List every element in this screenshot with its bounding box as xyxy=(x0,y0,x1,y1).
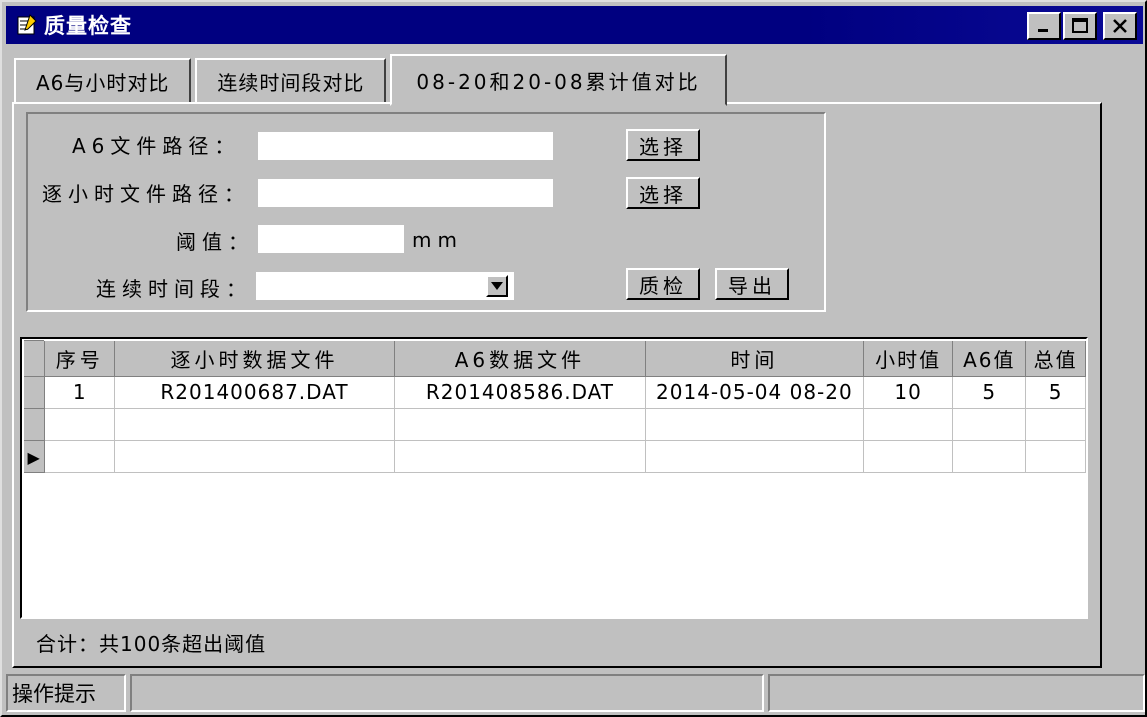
tab-label: 08-20和20-08累计值对比 xyxy=(416,69,701,94)
cell-time[interactable] xyxy=(645,407,864,441)
col-header-a6-file[interactable]: A6数据文件 xyxy=(393,339,647,377)
minimize-icon xyxy=(1038,29,1048,32)
results-grid[interactable]: 序号 逐小时数据文件 A6数据文件 时间 小时值 A6值 总值 1 R20140… xyxy=(20,337,1088,619)
col-header-hourly-file[interactable]: 逐小时数据文件 xyxy=(114,339,395,377)
cell-a6-file[interactable]: R201408586.DAT xyxy=(393,375,647,409)
a6-path-input[interactable] xyxy=(258,132,553,160)
status-panel-3 xyxy=(768,674,1145,712)
hourly-path-input[interactable] xyxy=(258,179,553,207)
cell-a6-value[interactable]: 5 xyxy=(952,375,1027,409)
col-header-index[interactable]: 序号 xyxy=(44,339,116,377)
cell-time[interactable]: 2014-05-04 08-20 xyxy=(645,375,864,409)
tab-continuous-period[interactable]: 连续时间段对比 xyxy=(195,58,387,104)
cell-hour-value[interactable] xyxy=(862,407,954,441)
table-row[interactable] xyxy=(22,407,1086,441)
cell-total-value[interactable] xyxy=(1025,439,1086,473)
col-header-hour-value[interactable]: 小时值 xyxy=(862,339,954,377)
cell-index[interactable]: 1 xyxy=(44,375,116,409)
col-header-time[interactable]: 时间 xyxy=(645,339,864,377)
grid-corner xyxy=(22,339,46,377)
status-panel-2 xyxy=(130,674,764,712)
dropdown-arrow-button[interactable] xyxy=(486,275,508,297)
main-window: 质量检查 A6与小时对比 连续时间段对比 08-20和20-08累计值对比 A6… xyxy=(0,0,1147,717)
close-icon xyxy=(1113,19,1127,33)
window-title: 质量检查 xyxy=(44,14,132,38)
cell-hourly-file[interactable] xyxy=(114,439,395,473)
table-row[interactable]: ▶ xyxy=(22,439,1086,473)
col-header-a6-value[interactable]: A6值 xyxy=(952,339,1027,377)
a6-path-label: A6文件路径： xyxy=(72,134,241,158)
row-header[interactable] xyxy=(22,407,46,441)
tab-cumulative-compare[interactable]: 08-20和20-08累计值对比 xyxy=(390,54,727,106)
cell-a6-file[interactable] xyxy=(393,439,647,473)
cell-index[interactable] xyxy=(44,407,116,441)
row-header[interactable] xyxy=(22,375,46,409)
cell-a6-value[interactable] xyxy=(952,407,1027,441)
a6-select-button[interactable]: 选择 xyxy=(626,129,700,161)
cell-index[interactable] xyxy=(44,439,116,473)
cell-hour-value[interactable]: 10 xyxy=(862,375,954,409)
tab-label: 连续时间段对比 xyxy=(217,70,365,95)
title-bar[interactable]: 质量检查 xyxy=(6,6,1143,44)
status-bar: 操作提示 xyxy=(6,674,1145,714)
tab-a6-vs-hourly[interactable]: A6与小时对比 xyxy=(14,58,192,104)
cell-time[interactable] xyxy=(645,439,864,473)
threshold-label: 阈值： xyxy=(176,230,254,254)
minimize-button[interactable] xyxy=(1027,12,1061,40)
app-icon[interactable] xyxy=(16,14,38,36)
period-label: 连续时间段： xyxy=(96,277,252,301)
table-row[interactable]: 1 R201400687.DAT R201408586.DAT 2014-05-… xyxy=(22,375,1086,409)
chevron-down-icon xyxy=(491,282,503,290)
cell-hourly-file[interactable]: R201400687.DAT xyxy=(114,375,395,409)
cell-a6-value[interactable] xyxy=(952,439,1027,473)
maximize-icon xyxy=(1072,18,1088,33)
grid-header-row: 序号 逐小时数据文件 A6数据文件 时间 小时值 A6值 总值 xyxy=(22,339,1086,377)
col-header-total-value[interactable]: 总值 xyxy=(1025,339,1086,377)
cell-a6-file[interactable] xyxy=(393,407,647,441)
period-select[interactable] xyxy=(256,272,514,300)
tab-strip: A6与小时对比 连续时间段对比 08-20和20-08累计值对比 xyxy=(14,52,731,106)
cell-total-value[interactable] xyxy=(1025,407,1086,441)
threshold-unit: mm xyxy=(412,228,463,252)
status-hint: 操作提示 xyxy=(6,674,126,712)
current-row-indicator-icon: ▶ xyxy=(27,448,41,467)
close-button[interactable] xyxy=(1103,12,1137,40)
cell-total-value[interactable]: 5 xyxy=(1025,375,1086,409)
threshold-input[interactable] xyxy=(258,225,404,253)
maximize-button[interactable] xyxy=(1063,12,1097,40)
cell-hourly-file[interactable] xyxy=(114,407,395,441)
qc-button[interactable]: 质检 xyxy=(626,268,700,300)
cell-hour-value[interactable] xyxy=(862,439,954,473)
tab-label: A6与小时对比 xyxy=(36,70,170,95)
row-header-current[interactable]: ▶ xyxy=(22,439,46,473)
export-button[interactable]: 导出 xyxy=(715,268,789,300)
hourly-path-label: 逐小时文件路径： xyxy=(42,182,250,206)
hourly-select-button[interactable]: 选择 xyxy=(626,177,700,209)
summary-text: 合计：共100条超出阈值 xyxy=(36,632,267,656)
